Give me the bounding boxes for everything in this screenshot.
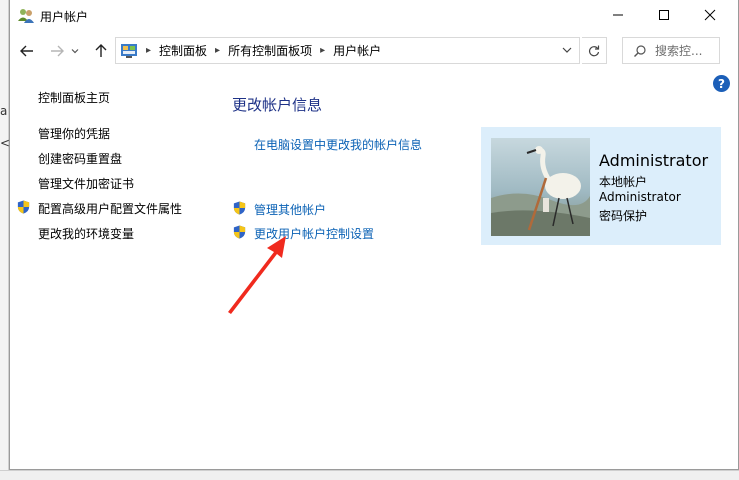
background-taskbar-edge [0, 470, 739, 480]
help-icon[interactable]: ? [713, 75, 730, 92]
maximize-icon [659, 10, 669, 20]
close-icon [704, 9, 716, 21]
address-bar[interactable]: ▸ 控制面板 ▸ 所有控制面板项 ▸ 用户帐户 [115, 37, 580, 64]
breadcrumb-separator-icon: ▸ [320, 45, 326, 56]
account-group: Administrator [599, 190, 681, 204]
red-arrow-annotation-icon [228, 236, 286, 314]
back-button[interactable] [16, 40, 38, 62]
breadcrumb-separator-icon: ▸ [215, 45, 221, 56]
refresh-icon [588, 45, 600, 56]
user-accounts-window: 用户帐户 ▸ 控制面板 ▸ 所有控制面板项 ▸ 用户帐户 搜索控... ? 控制… [9, 0, 739, 470]
minimize-icon [613, 14, 623, 16]
maximize-button[interactable] [641, 0, 687, 30]
search-placeholder: 搜索控... [655, 44, 703, 58]
minimize-button[interactable] [595, 0, 641, 30]
back-arrow-icon [20, 45, 33, 57]
avatar[interactable] [491, 138, 590, 236]
search-box[interactable]: 搜索控... [622, 37, 720, 64]
user-accounts-icon [18, 9, 34, 23]
navigation-bar: ▸ 控制面板 ▸ 所有控制面板项 ▸ 用户帐户 搜索控... [10, 32, 738, 70]
recent-locations-button[interactable] [68, 40, 82, 62]
breadcrumb-user-accounts[interactable]: 用户帐户 [333, 42, 381, 59]
window-title: 用户帐户 [40, 10, 89, 24]
uac-shield-icon [233, 201, 246, 215]
sidebar-item-manage-encryption-certs[interactable]: 管理文件加密证书 [38, 175, 134, 192]
account-password-status: 密码保护 [599, 209, 648, 223]
sidebar-item-control-panel-home[interactable]: 控制面板主页 [38, 89, 110, 106]
forward-button[interactable] [46, 40, 68, 62]
background-window-edge: a < [0, 0, 10, 480]
sidebar-item-environment-variables[interactable]: 更改我的环境变量 [38, 225, 134, 242]
link-change-account-in-pc-settings[interactable]: 在电脑设置中更改我的帐户信息 [254, 136, 422, 153]
breadcrumb-separator-icon: ▸ [146, 45, 152, 56]
sidebar-item-advanced-profile-properties[interactable]: 配置高级用户配置文件属性 [38, 200, 182, 217]
up-button[interactable] [90, 40, 112, 62]
sidebar-item-create-reset-disk[interactable]: 创建密码重置盘 [38, 150, 122, 167]
account-name: Administrator [599, 151, 709, 170]
account-type: 本地帐户 [599, 175, 648, 189]
page-title: 更改帐户信息 [232, 96, 323, 114]
refresh-button[interactable] [582, 37, 607, 64]
close-button[interactable] [687, 0, 733, 30]
breadcrumb-all-items[interactable]: 所有控制面板项 [228, 42, 312, 59]
uac-shield-icon [17, 200, 30, 214]
sidebar-item-manage-credentials[interactable]: 管理你的凭据 [38, 125, 110, 142]
chevron-down-icon [71, 49, 79, 54]
title-bar[interactable]: 用户帐户 [10, 0, 738, 32]
chevron-down-icon[interactable] [561, 44, 573, 56]
control-panel-icon [121, 43, 137, 58]
up-arrow-icon [95, 44, 107, 57]
breadcrumb-control-panel[interactable]: 控制面板 [159, 42, 207, 59]
link-manage-other-accounts[interactable]: 管理其他帐户 [254, 201, 326, 218]
account-card: Administrator 本地帐户 Administrator 密码保护 [481, 127, 721, 245]
forward-arrow-icon [51, 45, 64, 57]
search-icon [634, 44, 646, 57]
